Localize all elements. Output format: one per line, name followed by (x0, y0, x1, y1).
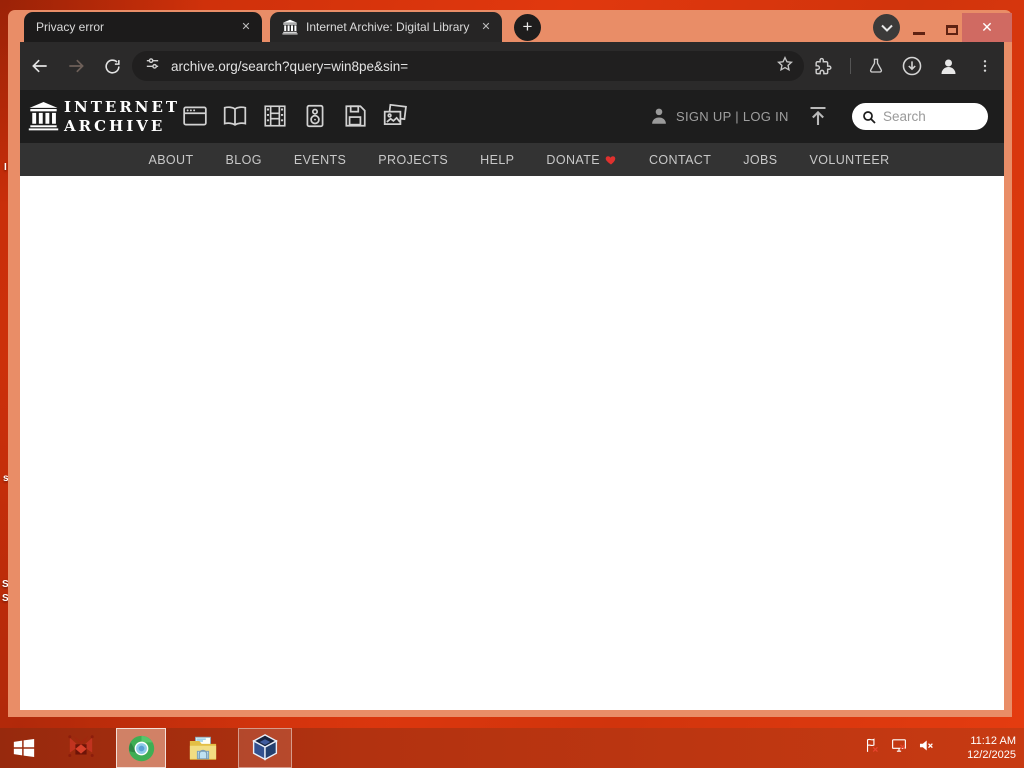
experiments-flask-icon[interactable] (864, 54, 888, 78)
downloads-icon[interactable] (900, 54, 924, 78)
desktop: I s S S Privacy error ✕ Internet Archive… (0, 0, 1024, 768)
internet-archive-favicon (282, 19, 298, 35)
site-nav: ABOUT BLOG EVENTS PROJECTS HELP DONATE C… (20, 143, 1004, 176)
video-icon[interactable] (262, 103, 288, 129)
volume-muted-icon[interactable] (917, 737, 935, 759)
tab-title: Internet Archive: Digital Library (306, 20, 470, 34)
menu-kebab-icon[interactable] (973, 54, 997, 78)
tab-privacy-error[interactable]: Privacy error ✕ (24, 12, 262, 42)
taskbar-file-explorer-icon[interactable] (180, 728, 226, 768)
minimize-button[interactable] (913, 32, 925, 35)
internet-archive-wordmark[interactable]: INTERNET ARCHIVE (64, 98, 180, 136)
site-search-box[interactable] (852, 103, 988, 130)
back-button[interactable] (28, 54, 52, 78)
audio-icon[interactable] (302, 103, 328, 129)
taskbar-virtualbox-icon[interactable] (238, 728, 292, 768)
address-bar[interactable]: archive.org/search?query=win8pe&sin= (132, 51, 804, 81)
browser-toolbar: archive.org/search?query=win8pe&sin= (20, 42, 1004, 90)
taskbar-app-red-icon[interactable] (58, 728, 104, 768)
texts-icon[interactable] (222, 103, 248, 129)
nav-events[interactable]: EVENTS (294, 153, 346, 167)
nav-about[interactable]: ABOUT (148, 153, 193, 167)
nav-blog[interactable]: BLOG (226, 153, 262, 167)
action-center-flag-icon[interactable] (864, 737, 881, 759)
page-content: INTERNET ARCHIVE SIGN UP | LOG IN Search… (20, 90, 1004, 710)
nav-jobs[interactable]: JOBS (743, 153, 777, 167)
web-icon[interactable] (182, 103, 208, 129)
taskbar-clock[interactable]: 11:12 AM 12/2/2025 (954, 734, 1016, 763)
system-tray: 11:12 AM 12/2/2025 (864, 734, 1024, 763)
taskbar-browser-icon[interactable] (116, 728, 166, 768)
profile-avatar-icon[interactable] (936, 54, 960, 78)
new-tab-button[interactable]: + (514, 14, 541, 41)
nav-help[interactable]: HELP (480, 153, 514, 167)
nav-projects[interactable]: PROJECTS (378, 153, 448, 167)
upload-icon[interactable] (806, 104, 830, 133)
software-icon[interactable] (342, 103, 368, 129)
nav-contact[interactable]: CONTACT (649, 153, 711, 167)
tab-search-button[interactable] (873, 14, 900, 41)
window-close-button[interactable]: ✕ (962, 13, 1012, 42)
person-icon[interactable] (648, 105, 670, 132)
tab-internet-archive[interactable]: Internet Archive: Digital Library ✕ (270, 12, 502, 42)
desktop-icon-label-fragment: I (4, 162, 7, 173)
url-text[interactable]: archive.org/search?query=win8pe&sin= (171, 59, 776, 74)
close-icon[interactable]: ✕ (478, 19, 494, 35)
internet-archive-logo-icon[interactable] (28, 99, 59, 138)
clock-time: 11:12 AM (970, 734, 1016, 747)
clock-date: 12/2/2025 (967, 749, 1016, 761)
images-icon[interactable] (382, 103, 408, 129)
taskbar: 11:12 AM 12/2/2025 (0, 728, 1024, 768)
results-area (20, 176, 1004, 710)
nav-donate[interactable]: DONATE (546, 153, 617, 167)
nav-volunteer[interactable]: VOLUNTEER (810, 153, 890, 167)
internet-archive-header: INTERNET ARCHIVE SIGN UP | LOG IN Search (20, 90, 1004, 143)
browser-window: Privacy error ✕ Internet Archive: Digita… (8, 10, 1012, 717)
heart-icon (605, 154, 617, 165)
forward-button[interactable] (64, 54, 88, 78)
bookmark-star-icon[interactable] (776, 55, 794, 78)
signup-login-link[interactable]: SIGN UP | LOG IN (676, 109, 789, 124)
extensions-icon[interactable] (810, 54, 834, 78)
close-icon[interactable]: ✕ (238, 19, 254, 35)
media-type-row (182, 103, 408, 129)
start-button[interactable] (0, 728, 48, 768)
network-error-icon[interactable] (890, 737, 908, 759)
tab-title: Privacy error (36, 20, 105, 34)
toolbar-divider (850, 58, 851, 74)
search-input[interactable] (883, 109, 980, 124)
reload-button[interactable] (100, 54, 124, 78)
maximize-button[interactable] (946, 25, 958, 35)
search-icon (861, 109, 877, 125)
site-settings-icon[interactable] (144, 55, 161, 77)
